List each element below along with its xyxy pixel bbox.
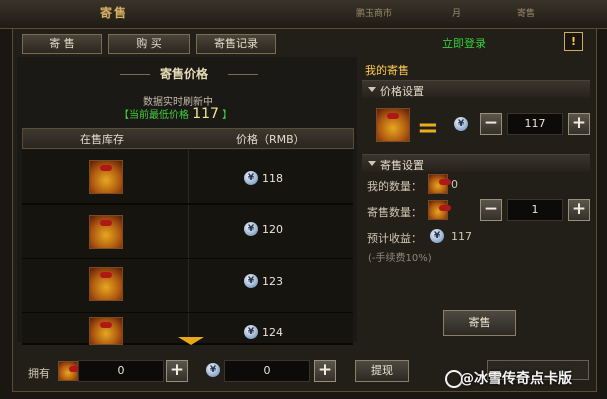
window-title-tab[interactable]: 寄售 xyxy=(100,4,128,21)
rmb-coin-icon: ¥ xyxy=(454,117,468,131)
my-consign-title: 我的寄售 xyxy=(365,64,409,77)
withdraw-button[interactable]: 提现 xyxy=(355,360,409,382)
lowest-suffix: 】 xyxy=(222,110,233,121)
column-stock: 在售库存 xyxy=(80,133,124,146)
row-price: 118 xyxy=(262,172,283,185)
stock-cell xyxy=(22,205,189,258)
lowest-prefix: 【当前最低价格 xyxy=(119,110,189,121)
gold-bag-icon xyxy=(89,267,123,301)
qty-input[interactable]: 1 xyxy=(507,199,563,221)
rmb-coin-icon: ¥ xyxy=(206,363,220,377)
stock-cell xyxy=(22,313,189,345)
gold-bag-icon xyxy=(89,160,123,194)
price-minus-button[interactable]: − xyxy=(480,113,502,135)
table-row[interactable]: ¥ 123 xyxy=(22,259,353,314)
row-price: 123 xyxy=(262,275,283,288)
rmb-coin-icon: ¥ xyxy=(430,229,444,243)
gold-bag-icon xyxy=(428,174,451,194)
consign-setting-header[interactable]: 寄售设置 xyxy=(362,154,590,172)
have-label: 拥有 xyxy=(28,367,50,380)
top-label-3[interactable]: 寄售 xyxy=(517,6,535,19)
title-ornament-right xyxy=(228,74,258,75)
price-input[interactable]: 117 xyxy=(507,113,563,135)
gold-bag-icon xyxy=(58,361,81,381)
section-title-price: 寄售价格 xyxy=(160,67,209,81)
price-setting-header[interactable]: 价格设置 xyxy=(362,80,590,98)
rmb-coin-icon: ¥ xyxy=(244,222,258,236)
tab-buy[interactable]: 购 买 xyxy=(108,34,190,54)
consign-qty-label: 寄售数量： xyxy=(367,206,422,219)
fee-note: (-手续费10%) xyxy=(368,253,432,264)
my-qty-label: 我的数量： xyxy=(367,180,422,193)
my-qty-value: 0 xyxy=(451,178,458,191)
qty-plus-button[interactable]: + xyxy=(568,199,590,221)
table-row[interactable]: ¥ 120 xyxy=(22,205,353,260)
lowest-value: 117 xyxy=(192,106,219,122)
gold-bag-icon xyxy=(89,317,123,345)
stock-cell xyxy=(22,150,189,203)
gold-bag-icon xyxy=(376,108,410,142)
title-ornament-left xyxy=(120,74,150,75)
scroll-down-arrow-icon[interactable] xyxy=(178,337,204,345)
top-label-2[interactable]: 月 xyxy=(452,6,461,19)
top-frame xyxy=(0,0,607,29)
lowest-price: 【当前最低价格 117 】 xyxy=(119,106,232,122)
price-plus-button[interactable]: + xyxy=(568,113,590,135)
bag-balance: 0 xyxy=(78,360,164,382)
rmb-coin-icon: ¥ xyxy=(244,274,258,288)
login-link[interactable]: 立即登录 xyxy=(442,35,486,51)
equals-sign: = xyxy=(417,113,439,143)
consign-setting-label: 寄售设置 xyxy=(380,159,424,172)
table-row[interactable]: ¥ 118 xyxy=(22,150,353,205)
row-price: 120 xyxy=(262,223,283,236)
expected-income-value: 117 xyxy=(451,230,472,243)
coin-balance: 0 xyxy=(224,360,310,382)
rmb-coin-icon: ¥ xyxy=(244,325,258,339)
watermark-text: @冰雪传奇点卡版 xyxy=(460,371,572,387)
help-icon[interactable]: ! xyxy=(564,32,583,51)
qty-minus-button[interactable]: − xyxy=(480,199,502,221)
tab-consign[interactable]: 寄 售 xyxy=(22,34,102,54)
consign-button[interactable]: 寄售 xyxy=(443,310,516,336)
stock-cell xyxy=(22,259,189,312)
top-label-1[interactable]: 鹏玉商市 xyxy=(356,6,392,19)
tab-consign-records[interactable]: 寄售记录 xyxy=(196,34,276,54)
expected-income-label: 预计收益： xyxy=(367,232,422,245)
gold-bag-icon xyxy=(428,200,451,220)
gold-bag-icon xyxy=(89,215,123,249)
column-price: 价格（RMB） xyxy=(236,133,305,146)
price-setting-label: 价格设置 xyxy=(380,85,424,98)
coin-add-button[interactable]: + xyxy=(314,360,336,382)
bag-add-button[interactable]: + xyxy=(166,360,188,382)
rmb-coin-icon: ¥ xyxy=(244,171,258,185)
row-price: 124 xyxy=(262,326,283,339)
